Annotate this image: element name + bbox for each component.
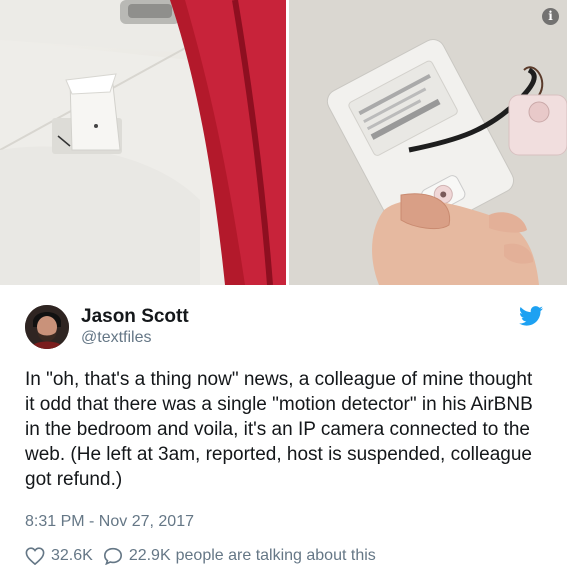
photo-hidden-camera-in-hand[interactable] (289, 0, 567, 285)
heart-icon (25, 547, 45, 565)
twitter-bird-icon[interactable] (519, 306, 543, 326)
reply-suffix: people are talking about this (175, 547, 376, 564)
like-action[interactable]: 32.6K (25, 547, 93, 565)
tweet-text: In "oh, that's a thing now" news, a coll… (25, 369, 533, 490)
tweet-timestamp[interactable]: 8:31 PM - Nov 27, 2017 (25, 513, 194, 531)
author-handle[interactable]: @textfiles (81, 329, 151, 347)
photo-motion-detector-wall-image (0, 0, 286, 285)
photo-motion-detector-wall[interactable] (0, 0, 286, 285)
tweet-header: Jason Scott @textfiles (25, 302, 545, 352)
reply-count: 22.9K (128, 547, 171, 564)
avatar-image (25, 305, 69, 349)
info-icon[interactable]: i (542, 8, 559, 25)
tweet-stats: 32.6K 22.9K people are talking about thi… (25, 545, 545, 567)
avatar[interactable] (25, 305, 69, 349)
like-count: 32.6K (51, 547, 93, 564)
reply-bubble-icon (103, 547, 122, 565)
reply-action[interactable]: 22.9K people are talking about this (103, 547, 376, 565)
photo-hidden-camera-in-hand-image (289, 0, 567, 285)
tweet-media[interactable]: i (0, 0, 567, 285)
author-name[interactable]: Jason Scott (81, 306, 189, 328)
